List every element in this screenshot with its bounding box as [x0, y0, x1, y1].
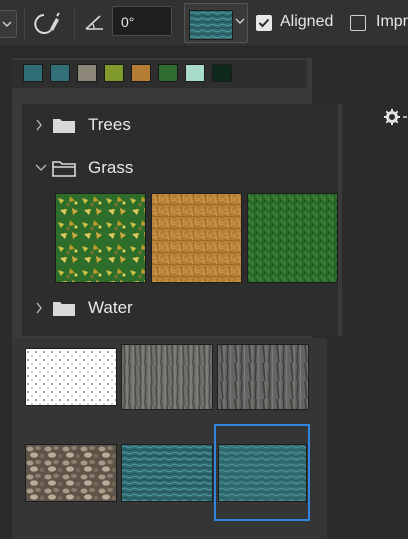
pattern-thumb-bark-2[interactable] — [217, 344, 309, 410]
aligned-checkbox[interactable] — [256, 15, 272, 31]
toolbar-separator — [74, 7, 75, 39]
recent-pattern-gravel[interactable] — [77, 64, 97, 82]
folder-name: Grass — [88, 158, 134, 177]
pattern-thumb-bark-1[interactable] — [121, 344, 213, 410]
angle-icon — [84, 12, 106, 32]
tool-preset-dropdown[interactable] — [0, 10, 17, 38]
impression-label: Impr — [376, 13, 408, 30]
angle-input[interactable]: 0° — [112, 6, 172, 36]
selected-pattern-highlight — [214, 424, 310, 521]
pattern-thumb-water-1[interactable] — [121, 444, 213, 502]
aligned-label: Aligned — [280, 13, 334, 30]
recent-pattern-dark-green-sparkle[interactable] — [212, 64, 232, 82]
recent-pattern-water-blue-1[interactable] — [23, 64, 43, 82]
recent-pattern-dry-grass[interactable] — [131, 64, 151, 82]
airbrush-icon — [34, 12, 60, 34]
settings-button[interactable] — [384, 109, 408, 130]
folder-open-icon — [52, 161, 76, 177]
folder-water[interactable]: Water — [22, 289, 338, 327]
folder-icon — [53, 119, 75, 133]
chevron-down-icon — [35, 164, 47, 171]
chevron-down-icon — [235, 18, 245, 24]
pattern-thumb-dots[interactable] — [25, 348, 117, 406]
pattern-thumb-yellow-leaves[interactable] — [55, 193, 146, 283]
folder-trees[interactable]: Trees — [22, 106, 338, 144]
pattern-thumb-green-grass[interactable] — [247, 193, 338, 283]
folder-name: Water — [88, 298, 133, 317]
pattern-picker-button[interactable] — [184, 3, 248, 43]
scrollbar[interactable] — [338, 104, 342, 336]
toolbar-separator — [24, 7, 25, 39]
gear-icon — [384, 109, 407, 125]
recent-pattern-yellow-leaves[interactable] — [104, 64, 124, 82]
impression-checkbox[interactable] — [350, 15, 366, 31]
folder-name: Trees — [88, 115, 131, 134]
chevron-right-icon — [36, 119, 42, 131]
chevron-right-icon — [36, 302, 42, 314]
pattern-thumb-gravel[interactable] — [25, 444, 117, 502]
chevron-down-icon — [2, 21, 12, 27]
airbrush-button[interactable] — [32, 9, 62, 37]
checkmark-icon — [258, 18, 270, 28]
recent-pattern-water-blue-2[interactable] — [50, 64, 70, 82]
pattern-thumb-dry-grass[interactable] — [151, 193, 242, 283]
current-pattern-swatch — [189, 10, 233, 40]
recent-pattern-mint[interactable] — [185, 64, 205, 82]
recent-pattern-green-grass[interactable] — [158, 64, 178, 82]
folder-icon — [53, 302, 75, 316]
folder-grass[interactable]: Grass — [22, 149, 338, 187]
